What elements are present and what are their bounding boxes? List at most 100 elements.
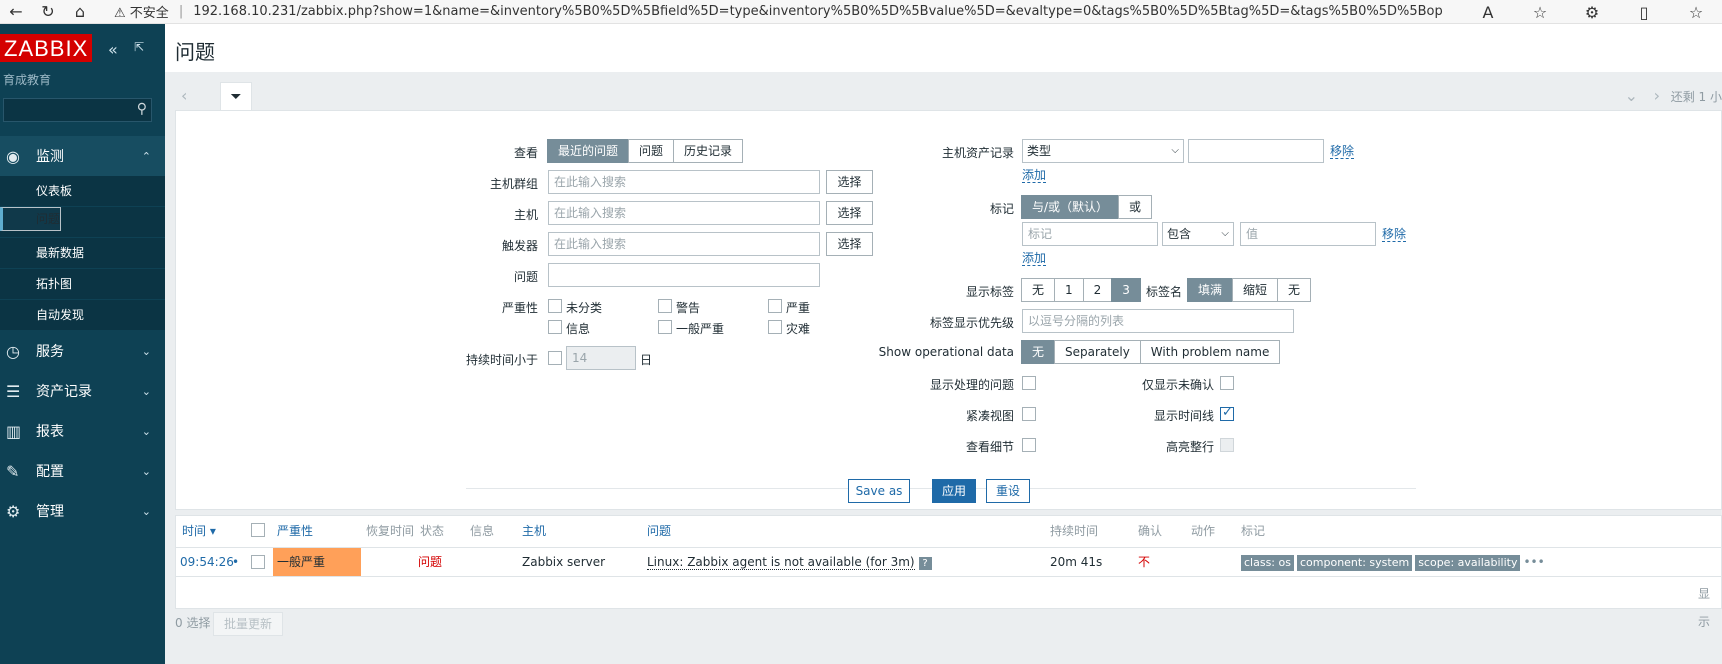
row-time-link[interactable]: 09:54:26 xyxy=(180,548,234,576)
submenu-latest-data[interactable]: 最新数据 xyxy=(0,238,165,269)
view-history[interactable]: 历史记录 xyxy=(673,139,744,163)
problem-input[interactable] xyxy=(548,263,820,287)
severity-disaster-checkbox[interactable] xyxy=(768,320,782,334)
severity-not-classified-checkbox[interactable] xyxy=(548,299,562,313)
row-status[interactable]: 问题 xyxy=(418,548,442,576)
menu-inventory[interactable]: ☰ 资产记录 ⌄ xyxy=(0,371,165,411)
address-bar[interactable]: 192.168.10.231/zabbix.php?show=1&name=&i… xyxy=(193,4,1443,19)
submenu-dashboard[interactable]: 仪表板 xyxy=(0,176,165,207)
submenu-maps[interactable]: 拓扑图 xyxy=(0,269,165,300)
main-content: 问题 ‹ ⏷ ⌄ › 还剩 1 小 查看 最近的问题 问题 历史记录 主机群组 … xyxy=(165,24,1722,664)
back-icon[interactable]: ← xyxy=(0,2,32,21)
save-as-button[interactable]: Save as xyxy=(848,479,910,503)
view-problems[interactable]: 问题 xyxy=(628,139,675,163)
col-time[interactable]: 时间 ▾ xyxy=(182,516,216,546)
row-problem[interactable]: Linux: Zabbix agent is not available (fo… xyxy=(647,548,932,576)
tag-operator-select[interactable]: 包含 ⌵ xyxy=(1162,222,1234,246)
tag-value-input[interactable]: 值 xyxy=(1240,222,1376,246)
chevron-right-icon[interactable]: › xyxy=(1654,86,1660,105)
opdata-separately[interactable]: Separately xyxy=(1054,340,1141,364)
row-ack-link[interactable]: 不 xyxy=(1138,548,1150,576)
inventory-field-select[interactable]: 类型 ⌵ xyxy=(1022,139,1184,163)
col-problem[interactable]: 问题 xyxy=(647,516,671,546)
hostgroup-select-button[interactable]: 选择 xyxy=(826,170,873,194)
show-details-checkbox[interactable] xyxy=(1022,438,1036,452)
opdata-with-problem-name[interactable]: With problem name xyxy=(1139,340,1281,364)
hostgroup-label: 主机群组 xyxy=(489,177,538,191)
tag-badge[interactable]: scope: availability xyxy=(1415,555,1521,571)
favorites-bar-icon[interactable]: ☆ xyxy=(1670,3,1722,22)
unacknowledged-checkbox[interactable] xyxy=(1220,376,1234,390)
favorite-icon[interactable]: ☆ xyxy=(1514,3,1566,22)
reload-icon[interactable]: ↻ xyxy=(32,2,64,21)
menu-administration[interactable]: ⚙ 管理 ⌄ xyxy=(0,491,165,531)
show-tags-2[interactable]: 2 xyxy=(1082,278,1113,302)
extensions-icon[interactable]: ⚙ xyxy=(1566,3,1618,22)
reset-button[interactable]: 重设 xyxy=(986,479,1030,503)
show-timeline-label: 显示时间线 xyxy=(1153,409,1214,423)
row-host-link[interactable]: Zabbix server xyxy=(522,548,605,576)
trigger-input[interactable]: 在此输入搜索 xyxy=(548,232,820,256)
host-select-button[interactable]: 选择 xyxy=(826,201,873,225)
inventory-remove-link[interactable]: 移除 xyxy=(1330,144,1355,159)
severity-average-checkbox[interactable] xyxy=(658,320,672,334)
kiosk-mode-icon[interactable]: ⇱ xyxy=(134,40,144,54)
home-icon[interactable]: ⌂ xyxy=(64,2,96,21)
show-tags-none[interactable]: 无 xyxy=(1021,278,1056,302)
search-icon[interactable]: ⚲ xyxy=(137,101,147,117)
tag-badge[interactable]: component: system xyxy=(1296,555,1413,571)
col-host[interactable]: 主机 xyxy=(522,516,546,546)
more-tags-icon[interactable]: ••• xyxy=(1523,555,1544,569)
menu-monitoring[interactable]: ◉ 监测 ⌃ xyxy=(0,136,165,176)
trigger-select-button[interactable]: 选择 xyxy=(826,232,873,256)
help-icon[interactable]: ? xyxy=(918,557,932,570)
show-tags-1[interactable]: 1 xyxy=(1054,278,1084,302)
tag-add-link[interactable]: 添加 xyxy=(1022,251,1047,266)
insecure-warning[interactable]: ⚠ 不安全 xyxy=(114,2,169,21)
tag-name-full[interactable]: 填满 xyxy=(1187,278,1234,302)
row-select-checkbox[interactable] xyxy=(251,555,265,569)
menu-reports[interactable]: ▥ 报表 ⌄ xyxy=(0,411,165,451)
severity-high-checkbox[interactable] xyxy=(768,299,782,313)
tag-name-none[interactable]: 无 xyxy=(1277,278,1312,302)
submenu-problems[interactable]: 问题 xyxy=(0,207,62,231)
read-aloud-icon[interactable]: A xyxy=(1462,3,1514,22)
show-suppressed-checkbox[interactable] xyxy=(1022,376,1036,390)
apply-button[interactable]: 应用 xyxy=(932,479,976,503)
menu-configuration[interactable]: ✎ 配置 ⌄ xyxy=(0,451,165,491)
inventory-add-link[interactable]: 添加 xyxy=(1022,168,1047,183)
tag-eval-or[interactable]: 或 xyxy=(1118,195,1153,219)
compact-view-checkbox[interactable] xyxy=(1022,407,1036,421)
host-input[interactable]: 在此输入搜索 xyxy=(548,201,820,225)
show-timeline-checkbox[interactable] xyxy=(1220,405,1234,421)
chevron-left-icon[interactable]: ‹ xyxy=(181,86,187,105)
hostgroup-input[interactable]: 在此输入搜索 xyxy=(548,170,820,194)
submenu-discovery[interactable]: 自动发现 xyxy=(0,300,165,331)
menu-services[interactable]: ◷ 服务 ⌄ xyxy=(0,331,165,371)
view-recent-problems[interactable]: 最近的问题 xyxy=(547,139,630,163)
tag-eval-and-or[interactable]: 与/或（默认） xyxy=(1021,195,1120,219)
severity-warning-checkbox[interactable] xyxy=(658,299,672,313)
select-all-checkbox[interactable] xyxy=(251,523,265,537)
severity-not-classified-label: 未分类 xyxy=(566,301,603,315)
row-problem-link[interactable]: Linux: Zabbix agent is not available (fo… xyxy=(647,555,915,570)
tag-remove-link[interactable]: 移除 xyxy=(1382,227,1407,242)
mass-update-button[interactable]: 批量更新 xyxy=(213,612,284,636)
collapse-sidebar-icon[interactable]: « xyxy=(108,40,118,59)
inventory-value-input[interactable] xyxy=(1188,139,1324,163)
sidebar-search-input[interactable]: ⚲ xyxy=(3,98,152,122)
chevron-down-icon[interactable]: ⌄ xyxy=(1625,86,1638,105)
highlight-row-checkbox[interactable] xyxy=(1220,438,1234,452)
split-screen-icon[interactable]: ▯ xyxy=(1618,3,1670,22)
zabbix-logo[interactable]: ZABBIX xyxy=(0,34,93,62)
tag-name-input[interactable]: 标记 xyxy=(1022,222,1158,246)
age-checkbox[interactable] xyxy=(548,351,562,365)
tag-name-shortened[interactable]: 缩短 xyxy=(1232,278,1279,302)
age-input[interactable]: 14 xyxy=(566,346,636,370)
opdata-none[interactable]: 无 xyxy=(1021,340,1056,364)
severity-information-checkbox[interactable] xyxy=(548,320,562,334)
filter-tab[interactable]: ⏷ xyxy=(220,82,252,112)
tag-priority-input[interactable]: 以逗号分隔的列表 xyxy=(1022,309,1294,333)
tag-badge[interactable]: class: os xyxy=(1241,555,1294,571)
col-severity[interactable]: 严重性 xyxy=(277,516,313,546)
